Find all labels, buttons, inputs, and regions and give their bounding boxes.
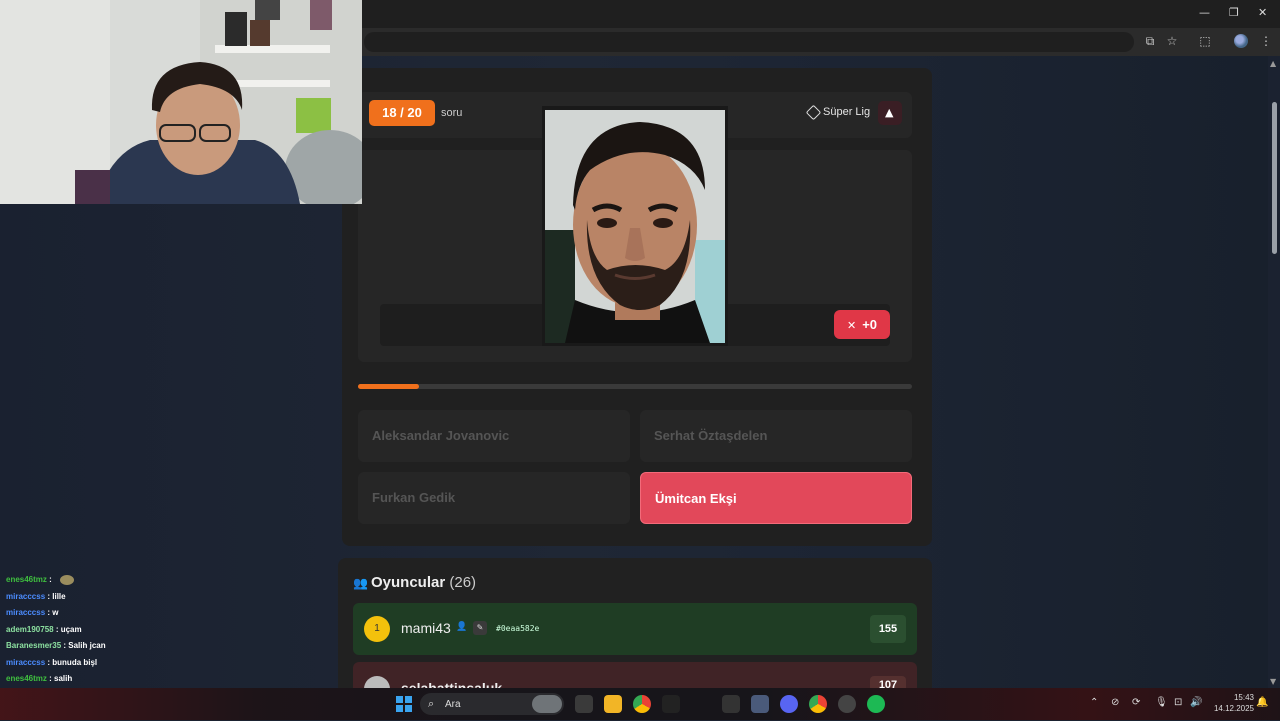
option-1-button[interactable]: Aleksandar Jovanovic: [358, 410, 630, 462]
player-id: #0eaa582e: [496, 624, 540, 633]
scroll-up-arrow-icon[interactable]: ▲: [1270, 59, 1276, 68]
option-3-button[interactable]: Furkan Gedik: [358, 472, 630, 524]
tray-chevron-up-icon[interactable]: ⌃: [1090, 697, 1098, 708]
network-icon[interactable]: ⊡: [1174, 697, 1182, 708]
weather-widget-icon[interactable]: [532, 695, 562, 713]
chat-text: salih: [54, 674, 73, 683]
users-icon: 👥: [353, 576, 368, 590]
tray-sync-icon[interactable]: ⟳: [1132, 697, 1140, 708]
chat-text: lille: [52, 591, 66, 601]
user-icon: 👤: [456, 622, 468, 632]
tray-app-icon[interactable]: ⊘: [1111, 697, 1119, 708]
scrollbar-thumb[interactable]: [1272, 102, 1277, 254]
clock-time: 15:43: [1233, 693, 1254, 702]
webcam-overlay: [0, 0, 362, 204]
player-score-clip: 107: [870, 676, 906, 688]
tag-icon: [805, 104, 822, 120]
player-face-image: [545, 110, 725, 343]
maximize-icon[interactable]: ❐: [1229, 6, 1239, 19]
windows-start-icon[interactable]: [396, 696, 412, 712]
chat-username: miracccss: [6, 657, 46, 667]
chat-separator: :: [53, 624, 61, 634]
warning-icon: ▲: [885, 106, 894, 119]
player-name: selahattinsaluk: [401, 680, 503, 688]
chat-message: enes46tmz :: [6, 572, 226, 589]
chat-text: Salih jcan: [68, 641, 106, 650]
question-label: soru: [441, 107, 463, 119]
terminal-icon[interactable]: [722, 695, 740, 713]
network-app-icon[interactable]: [751, 695, 769, 713]
player-photo: [545, 110, 725, 343]
player-name: mami43: [401, 620, 451, 636]
rank-badge: 1: [364, 616, 390, 642]
timer-fill: [358, 384, 419, 389]
score-delta-badge: ✕ +0: [834, 310, 890, 339]
players-title: Oyuncular (26): [371, 574, 476, 591]
chat-username: miracccss: [6, 591, 46, 601]
chrome-active-icon[interactable]: [809, 695, 827, 713]
score-delta: +0: [862, 317, 878, 332]
app-icon[interactable]: [662, 695, 680, 713]
volume-icon[interactable]: 🔊: [1190, 697, 1202, 708]
chat-text: uçam: [60, 624, 82, 634]
chat-message: miracccss : lille: [6, 589, 226, 606]
bookmark-star-icon[interactable]: ☆: [1165, 34, 1179, 48]
chat-message: adem190758 : uçam: [6, 622, 226, 639]
profile-avatar-icon[interactable]: [1234, 34, 1248, 48]
taskbar-clock[interactable]: 15:43 14.12.2025: [1210, 692, 1254, 714]
chat-username: enes46tmz: [6, 674, 47, 683]
chat-message: Baranesmer35 : Salih jcan: [6, 638, 226, 655]
chat-username: miracccss: [6, 608, 46, 617]
clock-date: 14.12.2025: [1213, 704, 1254, 713]
extensions-icon[interactable]: ⬚: [1198, 34, 1212, 48]
minimize-icon[interactable]: —: [1199, 6, 1210, 19]
timer-bar: [358, 384, 912, 389]
discord-icon[interactable]: [780, 695, 798, 713]
taskbar-search-placeholder: Ara: [445, 699, 461, 710]
player-name-clip: selahattinsaluk: [400, 676, 530, 688]
chat-separator: :: [46, 674, 55, 683]
league-tag: Süper Lig: [805, 104, 871, 120]
obs-icon[interactable]: [838, 695, 856, 713]
microphone-icon[interactable]: 🎙: [1155, 697, 1168, 708]
chrome-icon[interactable]: [633, 695, 651, 713]
player-score: 155: [870, 615, 906, 643]
option-2-button[interactable]: Serhat Öztaşdelen: [640, 410, 912, 462]
players-title-text: Oyuncular: [371, 574, 446, 591]
league-name: Süper Lig: [823, 106, 871, 118]
install-app-icon[interactable]: ⧉: [1143, 34, 1157, 48]
webcam-image: [0, 0, 362, 204]
notification-bell-icon[interactable]: 🔔: [1256, 697, 1268, 708]
file-explorer-icon[interactable]: [604, 695, 622, 713]
chat-text: w: [52, 608, 59, 617]
browser-menu-icon[interactable]: ⋮: [1259, 34, 1273, 48]
chat-message: enes46tmz : salih: [6, 671, 226, 688]
chat-username: enes46tmz: [6, 575, 47, 584]
option-4-button-selected[interactable]: Ümitcan Ekşi: [640, 472, 912, 524]
address-bar[interactable]: [364, 32, 1134, 52]
players-count: (26): [449, 574, 477, 591]
scroll-down-arrow-icon[interactable]: ▼: [1270, 677, 1276, 686]
chat-username: Baranesmer35: [6, 641, 62, 650]
search-icon: ⌕: [428, 697, 435, 710]
report-button[interactable]: ▲: [878, 101, 902, 125]
chat-message: miracccss : w: [6, 605, 226, 622]
chat-message: miracccss : bunuda bişl: [6, 655, 226, 672]
player-score: 107: [878, 679, 898, 688]
chat-separator: :: [46, 575, 55, 584]
close-icon: ✕: [846, 319, 857, 332]
chat-username: adem190758: [6, 624, 54, 634]
task-view-icon[interactable]: [575, 695, 593, 713]
question-progress-badge: 18 / 20: [369, 100, 435, 126]
close-icon[interactable]: ✕: [1258, 6, 1267, 19]
spotify-icon[interactable]: [867, 695, 885, 713]
chat-emote-icon: [60, 574, 75, 585]
player-avatar-badge: ✎: [473, 621, 487, 635]
chat-text: bunuda bişl: [52, 657, 98, 667]
